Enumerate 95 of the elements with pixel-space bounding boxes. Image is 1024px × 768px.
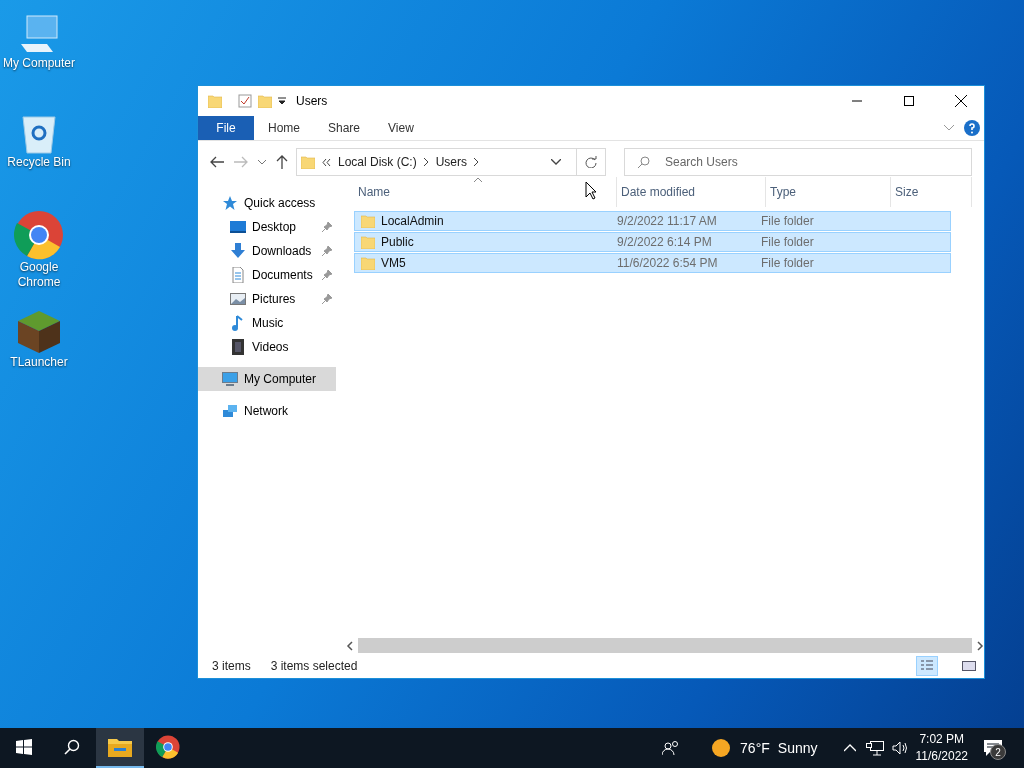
file-explorer-taskbar-button[interactable]: [96, 728, 144, 768]
notification-badge: 2: [990, 744, 1006, 760]
folder-icon: [361, 256, 375, 270]
large-icons-view-icon: [962, 660, 976, 672]
clock-date: 11/6/2022: [915, 748, 968, 765]
table-cell-text: 9/2/2022 6:14 PM: [616, 235, 713, 249]
weather-text[interactable]: Sunny: [777, 740, 818, 756]
folder-icon: [361, 235, 375, 249]
details-view-icon: [920, 659, 934, 673]
up-arrow-icon: [276, 155, 288, 169]
computer-icon: [222, 371, 238, 387]
pin-icon[interactable]: [322, 270, 332, 280]
up-button[interactable]: [274, 153, 290, 171]
grass-block-icon: [16, 309, 62, 355]
file-name: Public: [381, 235, 414, 249]
mouse-cursor-icon: [585, 181, 597, 200]
table-cell-text: File folder: [760, 214, 815, 228]
item-count: 3 items: [212, 659, 251, 673]
dropdown-icon[interactable]: [278, 97, 286, 105]
folder-icon: [361, 214, 375, 228]
new-folder-icon: [258, 94, 272, 108]
desktop-icon: [230, 219, 246, 235]
star-icon: [222, 195, 238, 211]
clock[interactable]: 7:02 PM 11/6/2022: [915, 731, 968, 765]
folder-icon: [208, 94, 222, 108]
document-icon: [230, 267, 246, 283]
recent-dropdown-button[interactable]: [256, 157, 268, 167]
sidebar-item[interactable]: Music: [198, 311, 336, 335]
pin-icon[interactable]: [322, 246, 332, 256]
file-name: LocalAdmin: [381, 214, 444, 228]
scroll-right-icon[interactable]: [976, 640, 984, 651]
chevron-right-icon[interactable]: [423, 158, 429, 166]
column-header[interactable]: Date modified: [617, 177, 766, 207]
sun-icon[interactable]: [712, 739, 731, 757]
ribbon-tab[interactable]: Home: [254, 116, 314, 140]
sidebar-item[interactable]: Downloads: [198, 239, 336, 263]
sidebar-item[interactable]: My Computer: [198, 367, 336, 391]
pin-icon[interactable]: [322, 222, 332, 232]
file-name: VM5: [381, 256, 406, 270]
windows-logo-icon: [16, 739, 32, 755]
scroll-left-icon[interactable]: [346, 640, 354, 651]
address-bar[interactable]: Local Disk (C:) Users: [296, 148, 606, 176]
chevron-right-icon[interactable]: [474, 158, 480, 166]
people-icon[interactable]: [662, 740, 681, 756]
search-icon: [638, 156, 650, 168]
properties-icon[interactable]: [238, 94, 252, 108]
refresh-icon: [585, 156, 597, 168]
desktop-icon-label[interactable]: TLauncher: [10, 355, 68, 370]
sidebar-item[interactable]: Pictures: [198, 287, 336, 311]
file-row[interactable]: VM5 11/6/2022 6:54 PM File folder: [354, 253, 951, 273]
chevron-down-icon: [258, 159, 266, 165]
table-cell-text: File folder: [760, 256, 815, 270]
sidebar-item[interactable]: Desktop: [198, 215, 336, 239]
clock-time: 7:02 PM: [919, 731, 965, 748]
sidebar-item[interactable]: Videos: [198, 335, 336, 359]
forward-arrow-icon: [234, 156, 248, 168]
ribbon-tab[interactable]: Share: [314, 116, 375, 140]
folder-icon: [301, 155, 315, 169]
network-icon: [222, 403, 238, 419]
picture-icon: [230, 291, 246, 307]
search-icon: [64, 739, 80, 755]
search-field[interactable]: Search Users: [624, 148, 972, 176]
chevron-down-icon[interactable]: [551, 159, 561, 165]
sidebar-item[interactable]: Quick access: [198, 191, 336, 215]
scrollbar-thumb[interactable]: [358, 638, 972, 653]
speaker-icon[interactable]: [891, 741, 908, 755]
breadcrumb-link[interactable]: Users: [435, 155, 468, 169]
chrome-icon: [14, 210, 64, 260]
film-icon: [230, 339, 246, 355]
sidebar-item[interactable]: Documents: [198, 263, 336, 287]
file-row[interactable]: LocalAdmin 9/2/2022 11:17 AM File folder: [354, 211, 951, 231]
ribbon-tab[interactable]: View: [374, 116, 428, 140]
breadcrumb-link[interactable]: Local Disk (C:): [338, 155, 417, 169]
back-button[interactable]: [208, 154, 226, 170]
selection-count: 3 items selected: [270, 659, 358, 673]
window-title: Users: [296, 94, 329, 108]
chevron-up-icon[interactable]: [843, 744, 856, 752]
download-arrow-icon: [230, 243, 246, 259]
back-arrow-icon: [210, 156, 224, 168]
folder-icon: [108, 737, 132, 757]
temperature-text[interactable]: 76°F: [740, 740, 770, 756]
file-row[interactable]: Public 9/2/2022 6:14 PM File folder: [354, 232, 951, 252]
help-icon[interactable]: [964, 120, 980, 136]
column-header[interactable]: Size: [891, 177, 972, 207]
close-icon: [955, 95, 967, 107]
maximize-icon: [904, 96, 914, 106]
table-cell-text: File folder: [760, 235, 815, 249]
pin-icon[interactable]: [322, 294, 332, 304]
network-icon[interactable]: [865, 740, 884, 756]
table-cell-text: 11/6/2022 6:54 PM: [616, 256, 719, 270]
chevrons-left-icon: [322, 158, 331, 166]
sidebar-item[interactable]: Network: [198, 399, 336, 423]
table-cell-text: 9/2/2022 11:17 AM: [616, 214, 718, 228]
column-header[interactable]: Type: [766, 177, 891, 207]
chrome-icon: [156, 735, 180, 759]
